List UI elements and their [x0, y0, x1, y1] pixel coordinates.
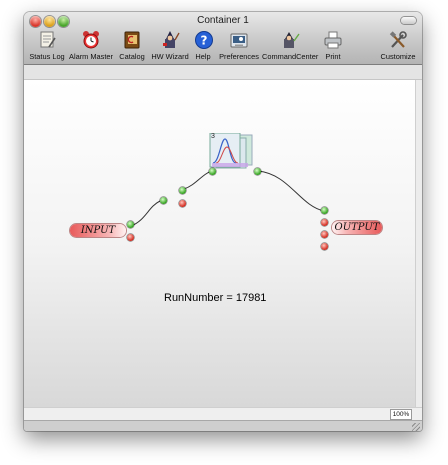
help-icon: ? — [194, 30, 214, 50]
toolbar-toggle-button[interactable] — [401, 17, 416, 24]
toolbar-separator — [24, 65, 422, 80]
output-label: OUTPUT — [332, 221, 382, 234]
workflow-canvas[interactable]: INPUT 3 OUTPUT RunNumber = 17981 — [24, 80, 415, 407]
customize-button[interactable]: Customize — [378, 30, 418, 61]
title-bar[interactable]: Container 1 Status Log Alarm Master Cata… — [24, 12, 422, 65]
hw-wizard-button[interactable]: HW Wizard — [149, 30, 191, 61]
run-number-label: RunNumber = 17981 — [164, 292, 267, 304]
command-center-label: CommandCenter — [262, 52, 319, 61]
hw-wizard-label: HW Wizard — [151, 52, 189, 61]
catalog-button[interactable]: Catalog — [117, 30, 147, 61]
alarm-master-label: Alarm Master — [69, 52, 113, 61]
output-input-port[interactable] — [321, 207, 328, 214]
alarm-clock-icon — [81, 30, 101, 50]
intermediate-output-port[interactable] — [179, 187, 186, 194]
preferences-label: Preferences — [219, 52, 259, 61]
process-block[interactable]: 3 — [208, 132, 254, 171]
intermediate-error-port[interactable] — [179, 200, 186, 207]
vertical-scrollbar[interactable] — [415, 80, 422, 407]
preferences-button[interactable]: Preferences — [218, 30, 260, 61]
input-output-port[interactable] — [127, 221, 134, 228]
catalog-book-icon — [122, 30, 142, 50]
connection-wires — [130, 170, 325, 227]
process-input-port[interactable] — [209, 168, 216, 175]
help-label: Help — [195, 52, 211, 61]
preferences-icon — [229, 30, 249, 50]
resize-grip-icon[interactable] — [412, 423, 420, 431]
print-label: Print — [325, 52, 341, 61]
output-error-port-1[interactable] — [321, 219, 328, 226]
horizontal-scroll-bar[interactable]: 100% — [24, 407, 422, 421]
status-log-label: Status Log — [29, 52, 65, 61]
command-center-icon — [280, 30, 300, 50]
status-log-icon — [37, 30, 57, 50]
zoom-level-field[interactable]: 100% — [390, 409, 412, 420]
wizard-icon — [160, 30, 180, 50]
customize-label: Customize — [380, 52, 416, 61]
tools-icon — [388, 30, 408, 50]
status-log-button[interactable]: Status Log — [28, 30, 66, 61]
alarm-master-button[interactable]: Alarm Master — [68, 30, 114, 61]
command-center-button[interactable]: CommandCenter — [262, 30, 318, 61]
printer-icon — [323, 30, 343, 50]
svg-text:?: ? — [201, 34, 208, 48]
input-error-port[interactable] — [127, 234, 134, 241]
intermediate-input-port[interactable] — [160, 197, 167, 204]
help-button[interactable]: ? Help — [194, 30, 214, 61]
output-error-port-3[interactable] — [321, 243, 328, 250]
output-error-port-2[interactable] — [321, 231, 328, 238]
catalog-label: Catalog — [119, 52, 145, 61]
process-output-port[interactable] — [254, 168, 261, 175]
process-badge: 3 — [211, 133, 215, 140]
window-footer — [24, 420, 422, 431]
input-label: INPUT — [70, 224, 126, 237]
container-window: Container 1 Status Log Alarm Master Cata… — [24, 12, 422, 431]
print-button[interactable]: Print — [322, 30, 344, 61]
window-title: Container 1 — [197, 15, 249, 26]
